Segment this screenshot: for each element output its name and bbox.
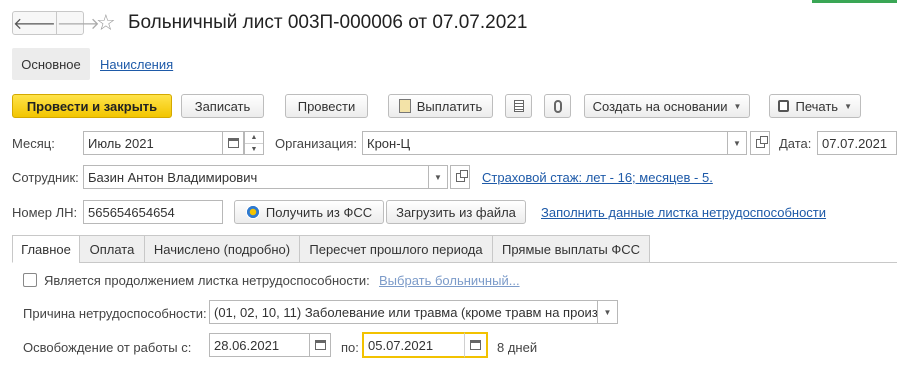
reason-field[interactable]: (01, 02, 10, 11) Заболевание или травма … bbox=[209, 300, 598, 324]
save-button[interactable]: Записать bbox=[181, 94, 264, 118]
organization-field[interactable]: Крон-Ц bbox=[362, 131, 728, 155]
employee-open-button[interactable] bbox=[450, 165, 470, 189]
save-label: Записать bbox=[194, 98, 251, 114]
post-and-close-label: Провести и закрыть bbox=[26, 98, 158, 114]
create-based-on-button[interactable]: Создать на основании ▼ bbox=[584, 94, 750, 118]
calendar-icon bbox=[470, 340, 481, 350]
continuation-checkbox[interactable] bbox=[23, 273, 37, 287]
tab-accrued-detailed[interactable]: Начислено (подробно) bbox=[144, 235, 300, 263]
printer-icon bbox=[778, 100, 790, 112]
tab-fss-direct-payments[interactable]: Прямые выплаты ФСС bbox=[492, 235, 650, 263]
chevron-down-icon: ▼ bbox=[434, 172, 442, 182]
tab-recalculation[interactable]: Пересчет прошлого периода bbox=[299, 235, 493, 263]
pay-button[interactable]: Выплатить bbox=[388, 94, 493, 118]
insurance-experience-link[interactable]: Страховой стаж: лет - 16; месяцев - 5. bbox=[482, 170, 713, 185]
tab-main[interactable]: Главное bbox=[12, 235, 80, 263]
post-label: Провести bbox=[297, 98, 356, 114]
release-to-label: по: bbox=[341, 340, 359, 355]
open-icon bbox=[755, 135, 768, 148]
employee-field[interactable]: Базин Антон Владимирович bbox=[83, 165, 429, 189]
page-title: Больничный лист 003П-000006 от 07.07.202… bbox=[128, 12, 528, 33]
release-from-label: Освобождение от работы с: bbox=[23, 340, 192, 355]
sick-leave-number-field[interactable]: 565654654654 bbox=[83, 200, 223, 224]
employee-dropdown-button[interactable]: ▼ bbox=[428, 165, 448, 189]
tab-payment[interactable]: Оплата bbox=[79, 235, 145, 263]
sick-leave-number-label: Номер ЛН: bbox=[12, 205, 78, 220]
fss-icon bbox=[245, 205, 260, 219]
print-label: Печать bbox=[795, 98, 839, 114]
navigation-group: 🡐 🡒 bbox=[12, 11, 100, 35]
release-from-calendar-button[interactable] bbox=[309, 333, 331, 357]
chevron-down-icon: ▼ bbox=[844, 101, 852, 111]
back-arrow-icon[interactable]: 🡐 bbox=[13, 12, 56, 34]
release-to-field[interactable]: 05.07.2021 bbox=[362, 332, 466, 358]
chevron-down-icon: ▼ bbox=[733, 138, 741, 148]
section-main[interactable]: Основное bbox=[12, 48, 90, 80]
create-based-on-label: Создать на основании bbox=[592, 98, 728, 114]
get-from-fss-button[interactable]: Получить из ФСС bbox=[234, 200, 384, 224]
stepper-up-icon[interactable]: ▲ bbox=[245, 132, 263, 143]
get-from-fss-label: Получить из ФСС bbox=[265, 204, 373, 220]
days-count: 8 дней bbox=[497, 340, 538, 355]
employee-label: Сотрудник: bbox=[12, 170, 79, 185]
month-calendar-button[interactable] bbox=[222, 131, 244, 155]
window-accent-strip bbox=[812, 0, 897, 3]
forward-arrow-icon[interactable]: 🡒 bbox=[55, 12, 100, 34]
date-field[interactable]: 07.07.2021 bbox=[817, 131, 897, 155]
favorite-star-icon[interactable]: ☆ bbox=[96, 10, 116, 36]
print-button[interactable]: Печать ▼ bbox=[769, 94, 861, 118]
organization-open-button[interactable] bbox=[750, 131, 770, 155]
reason-label: Причина нетрудоспособности: bbox=[23, 306, 207, 321]
post-button[interactable]: Провести bbox=[285, 94, 368, 118]
chevron-down-icon: ▼ bbox=[733, 101, 742, 111]
month-label: Месяц: bbox=[12, 136, 55, 151]
stepper-down-icon[interactable]: ▼ bbox=[245, 143, 263, 154]
list-icon bbox=[513, 100, 524, 112]
fill-sick-leave-data-link[interactable]: Заполнить данные листка нетрудоспособнос… bbox=[541, 205, 826, 220]
section-accruals-link[interactable]: Начисления bbox=[100, 57, 173, 72]
release-from-field[interactable]: 28.06.2021 bbox=[209, 333, 310, 357]
load-from-file-label: Загрузить из файла bbox=[396, 204, 516, 220]
month-stepper[interactable]: ▲ ▼ bbox=[244, 131, 264, 155]
post-and-close-button[interactable]: Провести и закрыть bbox=[12, 94, 172, 118]
journal-button[interactable] bbox=[505, 94, 532, 118]
calendar-icon bbox=[314, 340, 326, 350]
open-icon bbox=[455, 169, 468, 182]
attachments-button[interactable] bbox=[544, 94, 571, 118]
document-icon bbox=[398, 99, 411, 113]
release-to-calendar-button[interactable] bbox=[464, 332, 488, 358]
calendar-icon bbox=[227, 138, 239, 148]
reason-dropdown-button[interactable]: ▼ bbox=[597, 300, 618, 324]
date-label: Дата: bbox=[779, 136, 812, 151]
continuation-label: Является продолжением листка нетрудоспос… bbox=[44, 273, 370, 288]
chevron-down-icon: ▼ bbox=[603, 307, 612, 317]
month-field[interactable]: Июль 2021 bbox=[83, 131, 223, 155]
pay-label: Выплатить bbox=[416, 98, 483, 114]
load-from-file-button[interactable]: Загрузить из файла bbox=[386, 200, 526, 224]
organization-label: Организация: bbox=[275, 136, 358, 151]
select-sick-leave-link[interactable]: Выбрать больничный... bbox=[379, 273, 520, 288]
paperclip-icon bbox=[553, 99, 562, 113]
organization-dropdown-button[interactable]: ▼ bbox=[727, 131, 747, 155]
